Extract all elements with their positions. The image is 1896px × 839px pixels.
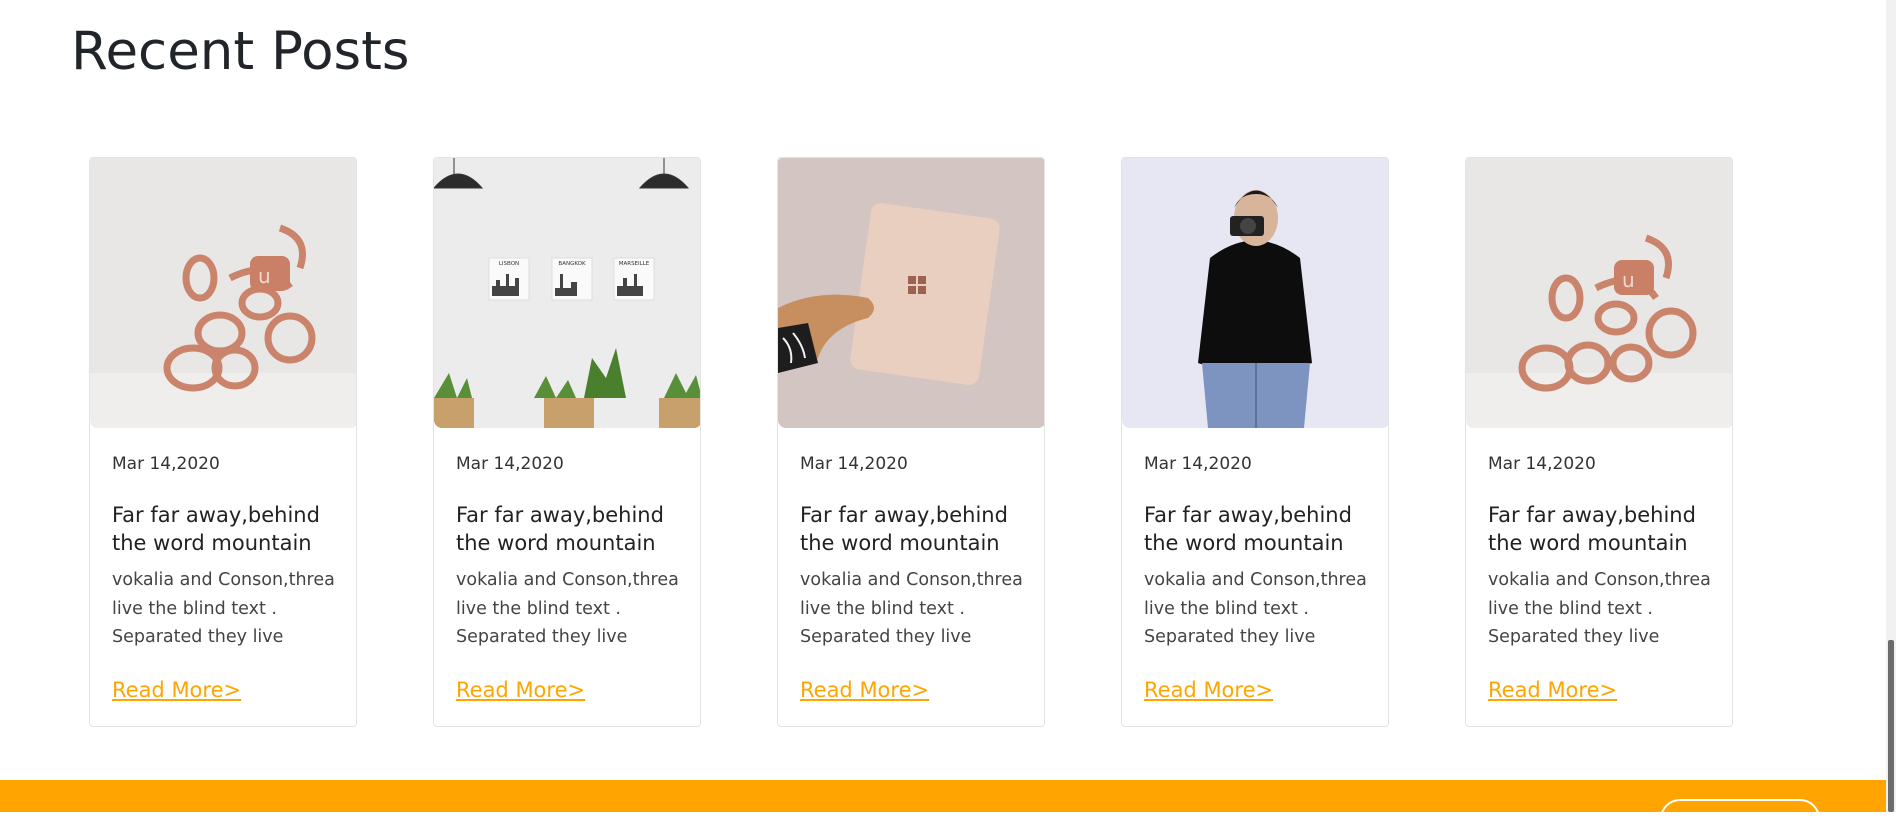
post-excerpt: vokalia and Conson,threa live the blind …	[800, 570, 1023, 647]
page-scrollbar[interactable]	[1886, 0, 1896, 812]
poster-city-label: MARSEILLE	[619, 261, 650, 267]
post-title[interactable]: Far far away,behind the word mountain	[112, 501, 342, 557]
post-date: Mar 14,2020	[112, 454, 220, 474]
photographer-image	[1122, 158, 1388, 428]
post-card: LISBON BANGKOK MARSEILLE Mar 14,2020 Far…	[433, 157, 701, 727]
post-image-ribbons: u	[90, 158, 356, 428]
read-more-link[interactable]: Read More>	[456, 678, 585, 702]
post-date: Mar 14,2020	[456, 454, 564, 474]
post-title[interactable]: Far far away,behind the word mountain	[1144, 501, 1374, 557]
post-title[interactable]: Far far away,behind the word mountain	[800, 501, 1030, 557]
poster-city-label: BANGKOK	[558, 261, 586, 267]
post-date: Mar 14,2020	[1488, 454, 1596, 474]
svg-text:u: u	[1622, 268, 1635, 292]
post-excerpt: vokalia and Conson,threa live the blind …	[112, 570, 335, 647]
post-excerpt: vokalia and Conson,threa live the blind …	[456, 570, 679, 647]
footer-button[interactable]	[1660, 799, 1820, 839]
post-excerpt: vokalia and Conson,threa live the blind …	[1488, 570, 1711, 647]
read-more-link[interactable]: Read More>	[1488, 678, 1617, 702]
post-title[interactable]: Far far away,behind the word mountain	[1488, 501, 1718, 557]
post-excerpt: vokalia and Conson,threa live the blind …	[1144, 570, 1367, 647]
footer-band	[0, 780, 1886, 812]
read-more-link[interactable]: Read More>	[800, 678, 929, 702]
ribbon-sculpture-image: u	[1466, 158, 1732, 428]
wall-posters-image: LISBON BANGKOK MARSEILLE	[434, 158, 700, 428]
laptop-in-hand-image	[778, 158, 1044, 428]
section-heading: Recent Posts	[71, 21, 410, 82]
read-more-link[interactable]: Read More>	[1144, 678, 1273, 702]
post-image-photographer	[1122, 158, 1388, 428]
ribbon-sculpture-image: u	[90, 158, 356, 428]
read-more-link[interactable]: Read More>	[112, 678, 241, 702]
post-date: Mar 14,2020	[800, 454, 908, 474]
post-title[interactable]: Far far away,behind the word mountain	[456, 501, 686, 557]
post-card: u Mar 14,2020 Far far away,behind the wo…	[1465, 157, 1733, 727]
post-image-ribbons: u	[1466, 158, 1732, 428]
poster-city-label: LISBON	[499, 261, 519, 267]
post-card: u Mar 14,2020 Far far away,behind the wo…	[89, 157, 357, 727]
post-image-posters: LISBON BANGKOK MARSEILLE	[434, 158, 700, 428]
post-card: Mar 14,2020 Far far away,behind the word…	[777, 157, 1045, 727]
scrollbar-thumb[interactable]	[1888, 640, 1894, 812]
post-date: Mar 14,2020	[1144, 454, 1252, 474]
svg-text:u: u	[258, 264, 271, 288]
post-image-laptop	[778, 158, 1044, 428]
post-card: Mar 14,2020 Far far away,behind the word…	[1121, 157, 1389, 727]
